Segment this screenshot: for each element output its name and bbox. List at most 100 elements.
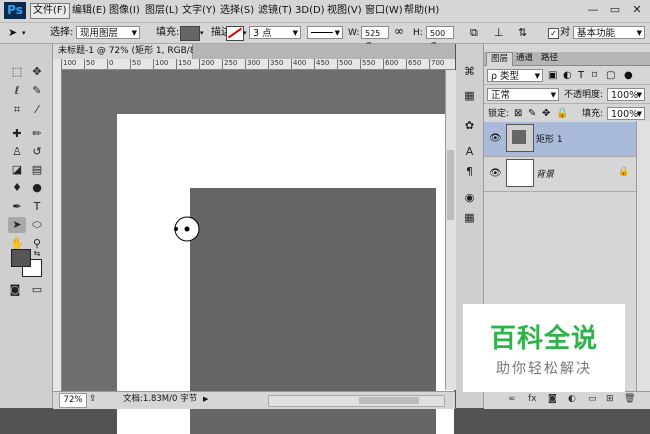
layer-thumbnail[interactable] [506,124,534,152]
visibility-eye-icon[interactable]: 👁 [489,168,502,179]
canvas-pasteboard[interactable] [62,70,454,434]
layer-style-icon[interactable]: fx [528,394,537,404]
layers-scrollbar[interactable] [636,121,650,391]
marquee-tool-icon[interactable]: ⬚ [8,64,26,80]
menu-select[interactable]: 选择(S) [218,4,256,18]
swatches-icon[interactable]: ◉ [461,190,478,205]
path-arrangement-icon[interactable]: ⇅ [518,26,527,40]
chevron-down-icon[interactable]: ▾ [200,26,204,40]
lock-position-icon[interactable]: ✥ [542,107,550,121]
path-selection-tool-icon[interactable]: ➤ [8,217,26,233]
horizontal-scroll-thumb[interactable] [359,397,419,404]
type-filter-icon[interactable]: T [578,69,584,83]
width-field[interactable]: 525 像 [361,26,389,51]
history-brush-tool-icon[interactable]: ↺ [28,144,46,160]
layer-thumbnail[interactable] [506,159,534,187]
info-menu-arrow-icon[interactable]: ▶ [203,392,208,407]
pixel-filter-icon[interactable]: ▣ [548,69,557,83]
layer-name[interactable]: 背景 [536,167,554,180]
tab-layers[interactable]: 图层 [486,52,514,66]
pen-tool-icon[interactable]: ✒ [8,199,26,215]
type-tool-icon[interactable]: T [28,199,46,215]
path-select-tool-icon[interactable]: ➤ [8,26,17,40]
tab-channels[interactable]: 通道 [512,52,537,65]
menu-filter[interactable]: 滤镜(T) [256,4,294,18]
fill-swatch[interactable] [180,26,200,41]
path-operations-icon[interactable]: ⧉ [470,26,478,40]
menu-type[interactable]: 文字(Y) [180,4,218,18]
clone-stamp-tool-icon[interactable]: ♙ [8,144,26,160]
path-alignment-icon[interactable]: ⊥ [494,26,504,40]
properties-icon[interactable]: ▦ [461,88,478,103]
smart-object-filter-icon[interactable]: ▢ [606,69,615,83]
ruler-origin[interactable] [53,59,61,69]
eyedropper-tool-icon[interactable]: ⁄ [28,102,46,118]
paragraph-icon[interactable]: ¶ [461,164,478,179]
vertical-scroll-thumb[interactable] [447,150,454,220]
healing-brush-tool-icon[interactable]: ✚ [8,126,26,142]
select-dropdown[interactable]: 现用图层 ▼ [76,26,140,39]
height-field[interactable]: 500 像 [426,26,454,51]
history-icon[interactable]: ⌘ [461,64,478,79]
quick-mask-icon[interactable]: ◙ [6,282,24,298]
visibility-eye-icon[interactable]: 👁 [489,133,502,144]
screen-mode-icon[interactable]: ▭ [28,282,46,298]
menu-file[interactable]: 文件(F) [30,3,70,19]
foreground-color-swatch[interactable] [11,249,31,267]
stroke-type-dropdown[interactable]: ▼ [307,26,343,39]
close-icon[interactable]: ✕ [628,3,646,17]
blend-mode-dropdown[interactable]: 正常 ▼ [487,88,559,101]
chevron-down-icon[interactable]: ▾ [243,26,247,40]
blur-tool-icon[interactable]: ♦ [8,180,26,196]
tool-preset-arrow-icon[interactable]: ▾ [22,26,26,40]
new-group-icon[interactable]: ▭ [588,394,597,404]
link-icon[interactable]: ∞ [394,24,404,38]
menu-image[interactable]: 图像(I) [107,4,142,18]
grid-icon[interactable]: ▦ [461,210,478,225]
dodge-tool-icon[interactable]: ● [28,180,46,196]
menu-window[interactable]: 窗口(W) [363,4,405,18]
gradient-tool-icon[interactable]: ▤ [28,162,46,178]
lock-all-icon[interactable]: 🔒 [556,107,568,121]
layer-row-rectangle[interactable]: 👁 矩形 1 [484,122,636,157]
filter-toggle-icon[interactable]: ● [624,69,633,83]
lock-transparent-icon[interactable]: ⊠ [514,107,522,121]
horizontal-scrollbar[interactable] [268,395,445,407]
new-layer-icon[interactable]: ⊞ [606,394,614,404]
workspace-dropdown[interactable]: 基本功能 ▼ [573,26,645,39]
menu-layer[interactable]: 图层(L) [143,4,180,18]
minimize-icon[interactable]: — [584,3,602,17]
layer-row-background[interactable]: 👁 背景 🔒 [484,157,636,192]
stroke-swatch[interactable] [226,26,244,41]
eraser-tool-icon[interactable]: ◪ [8,162,26,178]
lock-image-icon[interactable]: ✎ [528,107,536,121]
quick-select-tool-icon[interactable]: ✎ [28,83,46,99]
shape-filter-icon[interactable]: ⌑ [592,69,597,83]
move-tool-icon[interactable]: ✥ [28,64,46,80]
document-tab[interactable]: 未标题-1 @ 72% (矩形 1, RGB/8) * [53,44,206,59]
stroke-size-field[interactable]: 3 点 ▼ [249,26,301,39]
menu-edit[interactable]: 编辑(E) [70,4,108,18]
tab-paths[interactable]: 路径 [537,52,562,65]
zoom-field[interactable]: 72% [59,393,87,408]
link-layers-icon[interactable]: ∞ [508,394,516,404]
export-icon[interactable]: ⇪ [89,392,97,407]
layer-name[interactable]: 矩形 1 [536,132,563,145]
align-edges-checkbox[interactable]: ✓ [548,28,559,39]
menu-help[interactable]: 帮助(H) [402,4,441,18]
fill-opacity-field[interactable]: 100% ▼ [607,107,645,120]
layer-mask-icon[interactable]: ◙ [548,394,557,404]
restore-icon[interactable]: ▭ [606,3,624,17]
brush-tool-icon[interactable]: ✏ [28,126,46,142]
ellipse-tool-icon[interactable]: ⬭ [28,217,46,233]
lasso-tool-icon[interactable]: ℓ [8,83,26,99]
crop-tool-icon[interactable]: ⌗ [8,102,26,118]
opacity-field[interactable]: 100% ▼ [607,88,645,101]
brush-presets-icon[interactable]: ✿ [461,118,478,133]
horizontal-ruler[interactable]: 100 50 0 50 100 150 200 250 300 350 400 450 500 550 60… [61,59,455,70]
layer-filter-dropdown[interactable]: ρ 类型 ▼ [487,69,543,82]
vertical-ruler[interactable] [53,69,62,391]
adjustment-layer-icon[interactable]: ◐ [568,394,576,404]
vertical-scrollbar[interactable] [445,70,456,390]
delete-layer-icon[interactable]: 🗑 [624,394,635,404]
